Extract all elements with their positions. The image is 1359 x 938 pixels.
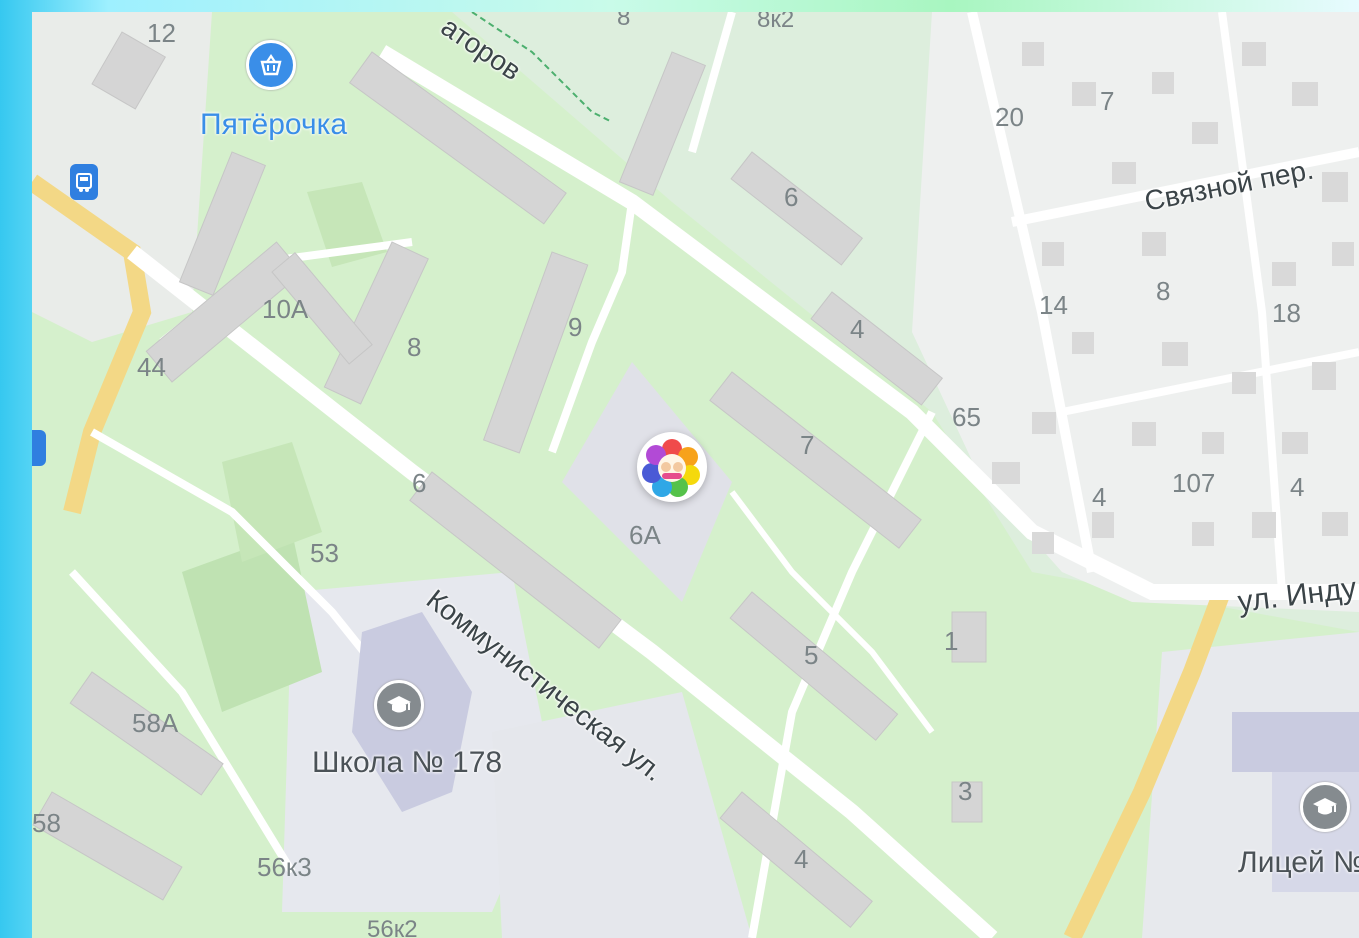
house — [1322, 172, 1348, 202]
poi-label-pyaterochka[interactable]: Пятёрочка — [200, 110, 347, 140]
house — [1032, 532, 1054, 554]
house-number: 6 — [784, 182, 799, 212]
house — [1192, 522, 1214, 546]
graduation-cap-icon[interactable] — [374, 680, 424, 730]
house — [1252, 512, 1276, 538]
house-number: 7 — [800, 430, 815, 460]
house-number: 58 — [32, 808, 61, 838]
house — [1072, 82, 1096, 106]
house — [1092, 512, 1114, 538]
house — [1032, 412, 1056, 434]
house — [1192, 122, 1218, 144]
poi-label-school-178[interactable]: Школа № 178 — [312, 748, 502, 778]
house-number: 1 — [944, 626, 959, 656]
poi-label-lyceum[interactable]: Лицей № — [1238, 848, 1359, 878]
house-number: 3 — [958, 776, 973, 806]
map-view[interactable]: 12 8 8к2 20 7 6 10А 8 9 4 14 8 18 44 65 … — [32, 12, 1359, 938]
bus-stop-icon[interactable] — [32, 430, 46, 466]
house-number: 14 — [1039, 290, 1068, 320]
house-number: 18 — [1272, 298, 1301, 328]
house-number: 5 — [804, 640, 819, 670]
bus-stop-icon[interactable] — [70, 164, 98, 200]
house-number-kindergarten: 6А — [629, 520, 661, 550]
house — [1282, 432, 1308, 454]
house-number: 107 — [1172, 468, 1216, 498]
house-number: 56к3 — [257, 852, 312, 882]
house — [1202, 432, 1224, 454]
house — [1322, 512, 1348, 536]
house — [1142, 232, 1166, 256]
house — [992, 462, 1020, 484]
house — [1332, 242, 1354, 266]
house-number: 9 — [568, 312, 583, 342]
house — [1152, 72, 1174, 94]
house-number: 65 — [952, 402, 981, 432]
house — [1242, 42, 1266, 66]
house-number: 8 — [407, 332, 422, 362]
house — [1132, 422, 1156, 446]
lyceum-building — [1232, 712, 1359, 772]
house-number: 8к2 — [757, 12, 795, 33]
house-number: 53 — [310, 538, 339, 568]
house-number: 20 — [995, 102, 1024, 132]
house — [1162, 342, 1188, 366]
shopping-basket-icon[interactable] — [246, 40, 296, 90]
house-number: 56к2 — [367, 916, 418, 938]
house — [1272, 262, 1296, 286]
kindergarten-logo-icon — [642, 439, 700, 497]
house-number: 4 — [1290, 472, 1305, 502]
house-number: 44 — [137, 352, 166, 382]
house-number: 6 — [412, 468, 427, 498]
graduation-cap-icon[interactable] — [1300, 782, 1350, 832]
house-number: 4 — [1092, 482, 1107, 512]
house-number: 8 — [1156, 276, 1171, 306]
house-number: 4 — [850, 314, 865, 344]
house-number: 7 — [1100, 86, 1115, 116]
house-number: 10А — [262, 294, 309, 324]
house-number: 12 — [147, 18, 176, 48]
house — [1022, 42, 1044, 66]
kindergarten-marker[interactable] — [637, 432, 707, 502]
house-number: 4 — [794, 844, 809, 874]
house — [1232, 372, 1256, 394]
house-number: 8 — [617, 12, 631, 31]
house-number: 58А — [132, 708, 179, 738]
house — [1312, 362, 1336, 390]
house — [1072, 332, 1094, 354]
house — [1292, 82, 1318, 106]
house — [1112, 162, 1136, 184]
house — [1042, 242, 1064, 266]
